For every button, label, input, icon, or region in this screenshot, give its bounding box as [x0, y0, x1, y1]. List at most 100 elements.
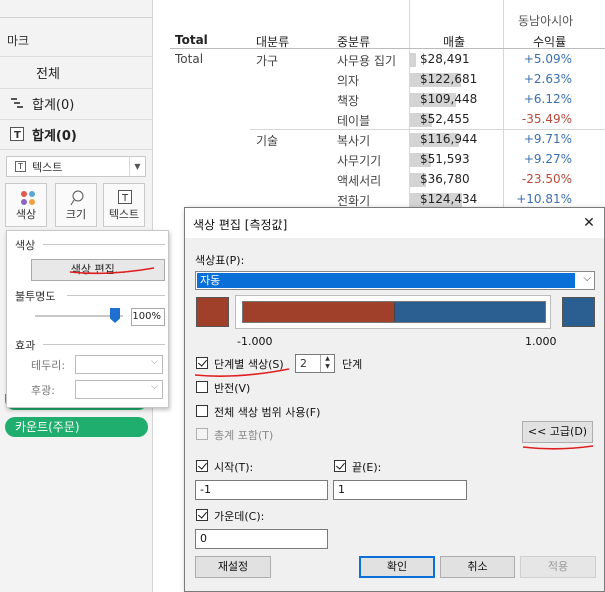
opacity-value[interactable]: 100% — [131, 308, 165, 326]
size-button[interactable]: 크기 — [55, 183, 97, 227]
marks-card-sum-text[interactable]: T 합계(0) — [10, 124, 77, 144]
subcategory-cell: 책장 — [337, 94, 360, 108]
subcategory-cell: 사무용 집기 — [337, 54, 397, 68]
svg-text:T: T — [121, 193, 129, 204]
color-ramp — [242, 301, 546, 323]
marks-card-all[interactable]: 전체 — [36, 62, 60, 82]
size-button-label: 크기 — [65, 208, 87, 221]
palette-label: 색상표(P): — [195, 254, 245, 267]
col-header-total: Total — [175, 33, 208, 47]
sales-cell: $122,681 — [420, 72, 478, 86]
sales-cell: $109,448 — [420, 92, 478, 106]
sales-cell: $36,780 — [420, 172, 470, 186]
center-input[interactable]: 0 — [195, 529, 328, 549]
divider — [0, 56, 153, 57]
sales-cell: $116,944 — [420, 132, 478, 146]
stepped-color-checkbox[interactable] — [196, 357, 208, 369]
start-checkbox[interactable] — [196, 460, 208, 472]
size-icon — [70, 190, 84, 206]
palette-dropdown[interactable]: 자동 ⌵ — [195, 271, 595, 290]
divider — [0, 88, 153, 89]
advanced-button[interactable]: << 고급(D) — [522, 421, 593, 443]
chevron-down-icon: ⌵ — [583, 273, 591, 284]
max-color-swatch[interactable] — [562, 297, 595, 327]
profit-cell: +5.09% — [523, 52, 572, 66]
marks-title: 마크 — [7, 34, 30, 48]
min-color-swatch[interactable] — [196, 297, 229, 327]
divider — [0, 119, 153, 120]
start-input[interactable]: -1 — [195, 480, 328, 500]
edit-colors-dialog: 색상 편집 [측정값] ✕ 색상표(P): 자동 ⌵ -1.000 1.000 … — [184, 207, 605, 592]
stepper-arrows-icon[interactable]: ▲ ▼ — [320, 355, 334, 372]
steps-unit-label: 단계 — [342, 358, 363, 371]
dialog-titlebar: 색상 편집 [측정값] ✕ — [185, 208, 604, 238]
category-label: 기술 — [256, 134, 279, 148]
end-input[interactable]: 1 — [333, 480, 467, 500]
chevron-down-icon: ⌵ — [151, 382, 158, 392]
full-range-label: 전체 색상 범위 사용(F) — [214, 406, 321, 419]
text-mark-icon: T — [10, 127, 24, 141]
category-label: 가구 — [256, 54, 279, 68]
edit-colors-button[interactable]: 색상 편집... — [31, 259, 165, 281]
color-ramp-preview — [235, 295, 551, 329]
label-button-label: 텍스트 — [108, 208, 140, 221]
red-underline-annotation — [522, 445, 594, 450]
profit-cell: -35.49% — [521, 112, 572, 126]
reversed-label: 반전(V) — [214, 382, 251, 395]
marks-card-sum-bar[interactable]: 합계(0) — [10, 93, 74, 113]
reversed-checkbox[interactable] — [196, 381, 208, 393]
chevron-down-icon[interactable]: ▼ — [129, 157, 145, 176]
end-checkbox[interactable] — [334, 460, 346, 472]
opacity-label: 불투명도 — [15, 290, 56, 303]
header-divider — [170, 48, 605, 49]
profit-cell: +9.71% — [523, 132, 572, 146]
sales-bar — [410, 53, 416, 67]
color-button-label: 색상 — [15, 208, 37, 221]
include-totals-checkbox[interactable] — [196, 428, 208, 440]
marks-card-label: 합계(0) — [32, 97, 75, 113]
full-range-checkbox[interactable] — [196, 405, 208, 417]
text-label-icon: T — [118, 190, 132, 204]
divider — [43, 244, 165, 245]
palette-value: 자동 — [197, 273, 575, 288]
subcategory-cell: 테이블 — [337, 114, 371, 128]
opacity-slider-thumb[interactable] — [110, 308, 120, 323]
text-mark-icon: T — [15, 161, 26, 172]
opacity-slider[interactable] — [35, 315, 123, 317]
sales-cell: $28,491 — [420, 52, 470, 66]
close-icon[interactable]: ✕ — [580, 214, 598, 232]
divider — [67, 295, 165, 296]
color-section-label: 색상 — [15, 239, 36, 252]
cancel-button[interactable]: 취소 — [440, 556, 515, 578]
effects-label: 효과 — [15, 339, 36, 352]
profit-cell: +10.81% — [516, 192, 572, 206]
mark-type-dropdown[interactable]: T 텍스트 ▼ — [6, 156, 146, 177]
label-button[interactable]: T 텍스트 — [103, 183, 145, 227]
start-label: 시작(T): — [214, 461, 254, 474]
divider — [0, 149, 153, 150]
halo-dropdown[interactable]: ⌵ — [75, 380, 163, 399]
divider — [43, 344, 165, 345]
region-header: 동남아시아 — [518, 14, 574, 28]
pill-count-orders[interactable]: 카운트(주문) — [5, 417, 148, 437]
color-dots-icon — [21, 191, 35, 205]
chevron-down-icon: ⌵ — [151, 357, 158, 367]
ramp-step-positive — [394, 302, 545, 322]
apply-button[interactable]: 적용 — [520, 556, 596, 578]
panel-top-strip — [0, 0, 153, 18]
min-value-label: -1.000 — [237, 335, 273, 348]
profit-cell: +6.12% — [523, 92, 572, 106]
border-label: 테두리: — [31, 359, 66, 372]
color-button[interactable]: 색상 — [5, 183, 47, 227]
gantt-bar-icon — [10, 96, 24, 110]
subcategory-cell: 의자 — [337, 74, 360, 88]
steps-stepper[interactable]: 2 ▲ ▼ — [295, 354, 335, 373]
sales-cell: $124,434 — [420, 192, 478, 206]
center-checkbox[interactable] — [196, 509, 208, 521]
reset-button[interactable]: 재설정 — [195, 556, 271, 578]
border-dropdown[interactable]: ⌵ — [75, 355, 163, 374]
profit-cell: +9.27% — [523, 152, 572, 166]
ok-button[interactable]: 확인 — [359, 556, 435, 578]
subcategory-cell: 액세서리 — [337, 174, 382, 188]
profit-cell: -23.50% — [521, 172, 572, 186]
